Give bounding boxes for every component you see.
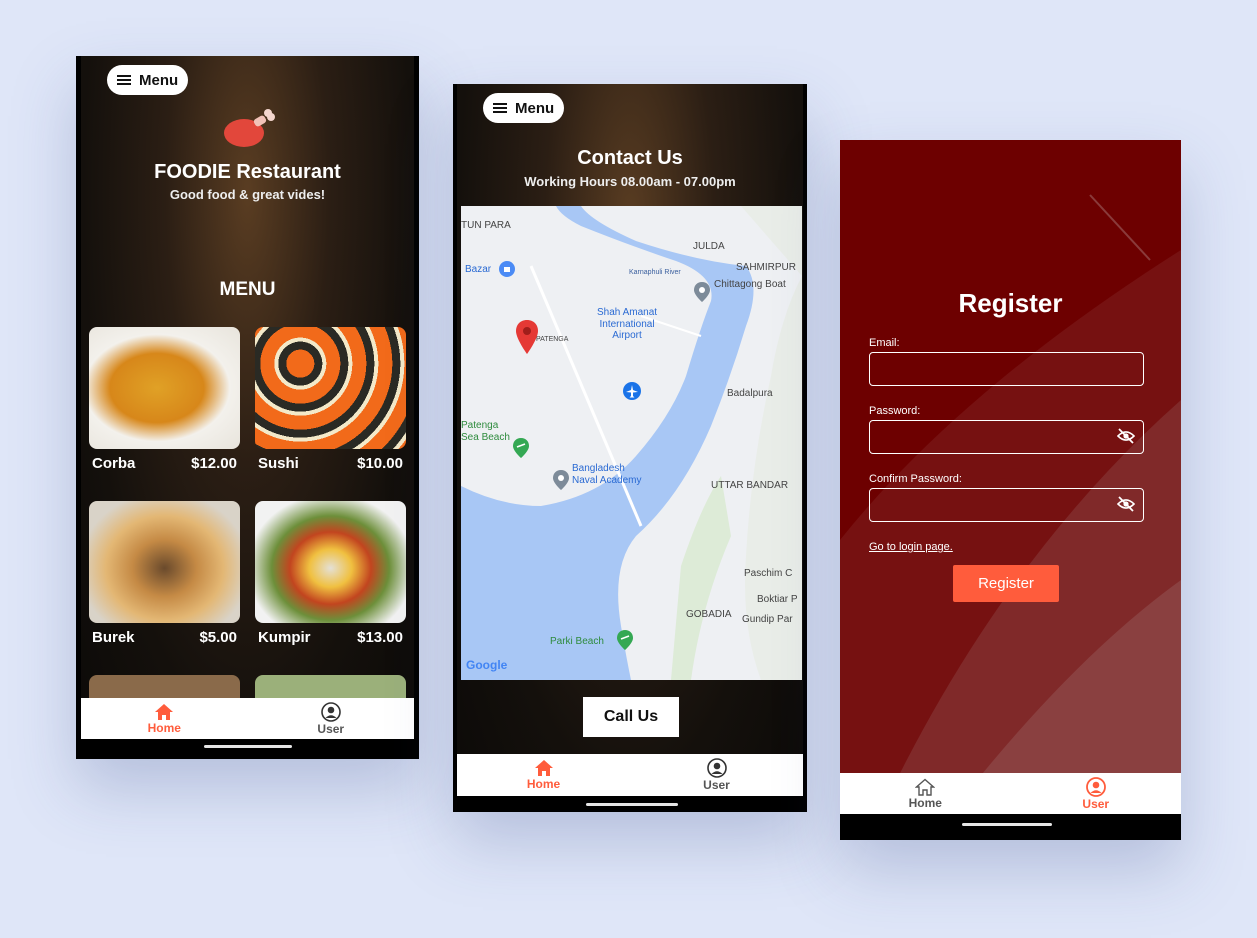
working-hours: Working Hours 08.00am - 07.00pm [524, 174, 736, 189]
nav-user-label: User [1082, 796, 1110, 811]
confirm-password-field[interactable] [869, 488, 1144, 522]
airport-pin-icon [623, 382, 641, 400]
beach-pin-icon [617, 630, 633, 650]
nav-home[interactable]: Home [840, 773, 1011, 814]
confirm-password-label: Confirm Password: [869, 473, 962, 485]
shopping-pin-icon [499, 261, 515, 277]
menu-item-price: $5.00 [199, 629, 237, 646]
nav-home-label: Home [147, 720, 181, 735]
home-outline-icon [915, 778, 936, 796]
user-icon [320, 701, 341, 722]
location-pin-icon[interactable] [516, 320, 538, 354]
burek-image [89, 501, 240, 623]
restaurant-name: FOODIE Restaurant [154, 161, 341, 183]
nav-user[interactable]: User [1011, 773, 1182, 814]
user-icon [1085, 776, 1106, 797]
password-field[interactable] [869, 420, 1144, 454]
register-title: Register [958, 288, 1063, 318]
map-label: Boktiar P [757, 594, 798, 605]
nav-user[interactable]: User [630, 754, 803, 796]
hamburger-icon [493, 103, 507, 113]
menu-button-label: Menu [515, 99, 555, 117]
menu-item-name: Burek [92, 629, 135, 646]
restaurant-tagline: Good food & great vides! [169, 187, 326, 202]
map-label: SAHMIRPUR [736, 262, 797, 273]
eye-off-icon[interactable] [1117, 428, 1135, 444]
phone-contact-screen: Menu Contact Us Working Hours 08.00am - … [453, 84, 807, 812]
map-label: Parki Beach [550, 636, 604, 647]
menu-item-name: Corba [92, 455, 136, 472]
menu-item-card[interactable]: Corba $12.00 [89, 327, 240, 472]
nav-user-label: User [317, 721, 345, 736]
home-icon [534, 760, 553, 776]
bottom-nav: Home User [457, 754, 803, 796]
google-logo: Google [466, 658, 508, 672]
menu-item-card[interactable]: Burek $5.00 [89, 501, 240, 646]
menu-item-price: $13.00 [357, 629, 403, 646]
nav-user[interactable]: User [248, 698, 415, 739]
chicken-leg-logo-icon [224, 109, 275, 147]
nav-home-label: Home [908, 795, 942, 810]
place-pin-icon [553, 470, 569, 490]
map-label: Shah Amanat International Airport [597, 307, 658, 341]
home-indicator[interactable] [962, 823, 1052, 826]
phone-register-screen: Register Email: Password: Confirm Passwo… [840, 140, 1181, 840]
user-icon [706, 758, 727, 778]
menu-item-price: $12.00 [191, 455, 237, 472]
map-label: Bangladesh Naval Academy [572, 463, 642, 486]
beach-pin-icon [513, 438, 529, 458]
map-label: Gundip Par [742, 614, 793, 625]
map-label: Chittagong Boat [714, 279, 786, 290]
contact-screen: Menu Contact Us Working Hours 08.00am - … [457, 84, 803, 796]
map-label: TUN PARA [461, 220, 511, 231]
location-map[interactable]: TUN PARA Bazar JULDA SAHMIRPUR Karnaphul… [461, 206, 802, 680]
call-us-label: Call Us [603, 708, 659, 725]
phone-menu-screen: Menu FOODIE Restaurant Good food & great… [76, 56, 419, 759]
menu-item-name: Sushi [258, 455, 299, 472]
menu-item-card[interactable]: Sushi $10.00 [255, 327, 406, 472]
register-screen: Register Email: Password: Confirm Passwo… [840, 140, 1181, 814]
home-indicator[interactable] [586, 803, 678, 806]
eye-off-icon[interactable] [1117, 496, 1135, 512]
menu-section-title: MENU [219, 279, 276, 300]
sushi-image [255, 327, 406, 449]
map-label: PATENGA [536, 336, 569, 343]
go-to-login-link[interactable]: Go to login page. [869, 541, 953, 553]
menu-screen: Menu FOODIE Restaurant Good food & great… [81, 56, 414, 739]
bottom-nav: Home User [840, 773, 1181, 814]
home-icon [155, 703, 174, 720]
map-label: Karnaphuli River [629, 269, 681, 276]
map-label: Patenga Sea Beach [461, 420, 510, 443]
nav-home[interactable]: Home [81, 698, 248, 739]
map-label: Bazar [465, 264, 492, 275]
hamburger-icon [117, 75, 131, 85]
menu-button[interactable]: Menu [483, 93, 565, 123]
map-label: Paschim C [744, 568, 793, 579]
register-button[interactable]: Register [953, 565, 1059, 602]
map-label: UTTAR BANDAR [711, 480, 789, 491]
contact-title: Contact Us [577, 147, 683, 169]
menu-item-card[interactable]: Kumpir $13.00 [255, 501, 406, 646]
nav-user-label: User [703, 778, 730, 792]
map-label: GOBADIA [686, 609, 732, 620]
call-us-button[interactable]: Call Us [583, 697, 679, 737]
register-button-label: Register [978, 575, 1034, 592]
email-field[interactable] [869, 352, 1144, 386]
corba-image [89, 327, 240, 449]
menu-button-label: Menu [139, 71, 179, 89]
map-label: Badalpura [727, 388, 773, 399]
home-indicator[interactable] [204, 745, 292, 748]
password-label: Password: [869, 405, 921, 417]
bottom-nav: Home User [81, 698, 414, 739]
nav-home[interactable]: Home [457, 754, 630, 796]
place-pin-icon [694, 282, 710, 302]
menu-item-price: $10.00 [357, 455, 403, 472]
email-label: Email: [869, 337, 900, 349]
menu-button[interactable]: Menu [107, 65, 189, 95]
nav-home-label: Home [526, 777, 561, 791]
menu-item-name: Kumpir [258, 629, 311, 646]
map-label: JULDA [693, 241, 725, 252]
kumpir-image [255, 501, 406, 623]
